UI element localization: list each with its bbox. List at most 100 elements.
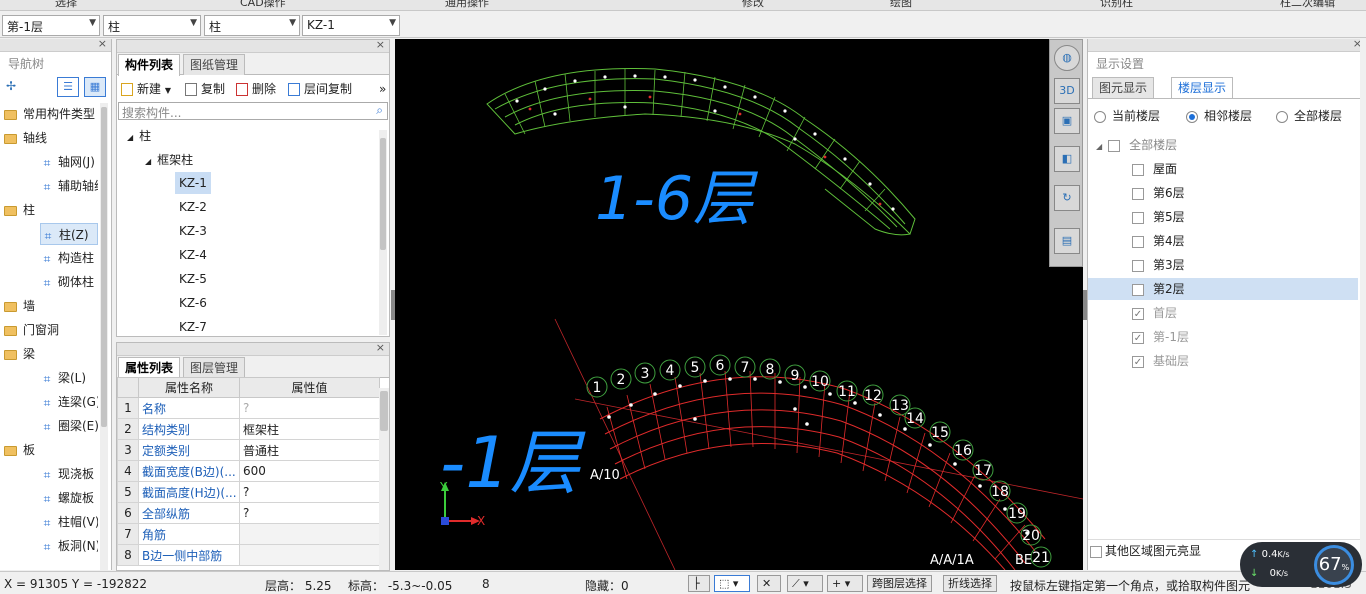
component-item[interactable]: KZ-1: [175, 172, 211, 194]
tree-group[interactable]: ◢ 框架柱: [145, 149, 193, 171]
property-row[interactable]: 4 截面宽度(B边)(... 600: [117, 460, 380, 482]
nav-item[interactable]: ⌗ 构造柱: [40, 247, 98, 269]
nav-item[interactable]: ⌗ 砌体柱: [40, 271, 98, 293]
search-icon[interactable]: ⌕: [376, 103, 383, 118]
nav-item[interactable]: ⌗ 圈梁(E): [40, 415, 98, 437]
nav-item[interactable]: ⌗ 梁(L): [40, 367, 98, 389]
layer-view-icon[interactable]: ▤: [1054, 228, 1080, 254]
property-row[interactable]: 8 B边一侧中部筋: [117, 544, 380, 566]
category-select[interactable]: 柱 ▼: [103, 15, 201, 36]
tab-layer-management[interactable]: 图层管理: [183, 357, 246, 378]
property-value[interactable]: 普通柱: [239, 439, 380, 461]
tab-component-list[interactable]: 构件列表: [118, 54, 181, 76]
ribbon-group-common[interactable]: 通用操作: [445, 0, 489, 10]
property-row[interactable]: 2 结构类别 框架柱: [117, 418, 380, 440]
list-view-icon[interactable]: ☰: [57, 77, 79, 97]
property-value[interactable]: ?: [239, 502, 380, 524]
radio-indicator[interactable]: [1276, 110, 1288, 123]
component-item[interactable]: KZ-7: [175, 316, 211, 338]
floor-scope-radio[interactable]: 当前楼层: [1094, 107, 1160, 124]
nav-scroll-thumb[interactable]: [101, 107, 107, 427]
new-button[interactable]: 新建 ▼: [121, 80, 171, 98]
checkbox[interactable]: [1132, 187, 1144, 200]
ribbon-group-modify[interactable]: 修改: [742, 0, 764, 10]
cross-icon[interactable]: ✕: [757, 575, 781, 592]
ribbon-group-edit[interactable]: 柱二次编辑: [1280, 0, 1335, 10]
checkbox[interactable]: [1132, 235, 1144, 248]
tree-root[interactable]: ◢ 柱: [127, 125, 151, 147]
nav-item[interactable]: ⌗ 连梁(G): [40, 391, 98, 413]
nav-item[interactable]: ⌗ 柱(Z): [40, 223, 98, 245]
checkbox[interactable]: [1132, 211, 1144, 224]
nav-item[interactable]: 门窗洞: [4, 319, 100, 341]
floor-scope-radio[interactable]: 全部楼层: [1276, 107, 1342, 124]
tab-element-display[interactable]: 图元显示: [1092, 77, 1155, 98]
search-input[interactable]: 搜索构件... ⌕: [118, 102, 388, 120]
floor-layer-row[interactable]: 第4层: [1088, 230, 1358, 252]
property-row[interactable]: 5 截面高度(H边)(...?: [117, 481, 380, 503]
properties-scrollbar[interactable]: [379, 388, 389, 570]
property-value[interactable]: [239, 523, 380, 545]
nav-item[interactable]: 轴线: [4, 127, 100, 149]
component-scrollbar[interactable]: [379, 130, 387, 335]
property-row[interactable]: 6 全部纵筋?: [117, 502, 380, 524]
cross-layer-select-button[interactable]: 跨图层选择: [867, 575, 932, 592]
all-floors-row[interactable]: ◢ 全部楼层: [1096, 134, 1366, 156]
layer-copy-button[interactable]: 层间复制: [288, 80, 352, 98]
nav-item[interactable]: 板: [4, 439, 100, 461]
nav-item[interactable]: 墙: [4, 295, 100, 317]
3d-view-icon[interactable]: 3D: [1054, 78, 1080, 104]
checkbox[interactable]: [1132, 283, 1144, 296]
nav-item[interactable]: ⌗ 板洞(N): [40, 535, 98, 557]
checkbox[interactable]: [1132, 163, 1144, 176]
nav-item[interactable]: ⌗ 辅助轴线: [40, 175, 98, 197]
floor-layer-row[interactable]: ✓ 首层: [1088, 302, 1358, 324]
nav-scrollbar[interactable]: [100, 103, 108, 571]
property-value[interactable]: ?: [239, 397, 380, 419]
network-speed-widget[interactable]: ↑ 0.4K/s ↓ 0K/s 67%: [1240, 542, 1362, 587]
component-item[interactable]: KZ-6: [175, 292, 211, 314]
nav-item[interactable]: ⌗ 柱帽(V): [40, 511, 98, 533]
radio-indicator[interactable]: [1186, 110, 1198, 123]
property-row[interactable]: 1 名称?: [117, 397, 380, 419]
rotate-icon[interactable]: ↻: [1054, 185, 1080, 211]
property-value[interactable]: ?: [239, 481, 380, 503]
checkbox[interactable]: [1108, 139, 1121, 152]
property-value[interactable]: [239, 544, 380, 566]
ribbon-group-recognize[interactable]: 识别柱: [1100, 0, 1133, 10]
nav-item[interactable]: ⌗ 轴网(J): [40, 151, 98, 173]
component-scroll-thumb[interactable]: [380, 138, 386, 250]
property-row[interactable]: 7 角筋: [117, 523, 380, 545]
pin-icon[interactable]: ✢: [6, 79, 16, 93]
floor-layer-row[interactable]: 第2层: [1088, 278, 1358, 300]
ribbon-group-cad[interactable]: CAD操作: [240, 0, 286, 10]
component-item[interactable]: KZ-5: [175, 268, 211, 290]
component-item[interactable]: KZ-2: [175, 196, 211, 218]
property-row[interactable]: 3 定额类别 普通柱: [117, 439, 380, 461]
delete-button[interactable]: 删除: [236, 80, 276, 98]
polyline-select-button[interactable]: 折线选择: [943, 575, 997, 592]
other-region-row[interactable]: 其他区域图元亮显: [1090, 544, 1201, 558]
nav-item[interactable]: ⌗ 现浇板: [40, 463, 98, 485]
floor-scope-radio[interactable]: 相邻楼层: [1186, 107, 1252, 124]
ribbon-group-draw[interactable]: 绘图: [890, 0, 912, 10]
nav-item[interactable]: ⌗ 螺旋板: [40, 487, 98, 509]
properties-scroll-thumb[interactable]: [380, 391, 388, 431]
component-item[interactable]: KZ-3: [175, 220, 211, 242]
type-select[interactable]: 柱 ▼: [204, 15, 300, 36]
property-value[interactable]: 600: [239, 460, 380, 482]
close-icon[interactable]: ×: [98, 37, 107, 50]
grid-view-icon[interactable]: ▦: [84, 77, 106, 97]
nav-item[interactable]: 柱: [4, 199, 100, 221]
box-view-icon[interactable]: ▣: [1054, 108, 1080, 134]
component-select[interactable]: KZ-1 ▼: [302, 15, 400, 36]
globe-icon[interactable]: ◍: [1054, 45, 1080, 71]
close-icon[interactable]: ×: [376, 38, 385, 51]
floor-layer-row[interactable]: 第5层: [1088, 206, 1358, 228]
close-icon[interactable]: ×: [376, 341, 385, 354]
radio-indicator[interactable]: [1094, 110, 1106, 123]
ortho-button[interactable]: ├: [688, 575, 710, 592]
checkbox[interactable]: [1090, 545, 1102, 558]
tab-drawing-management[interactable]: 图纸管理: [183, 54, 246, 75]
ribbon-group-select[interactable]: 选择: [55, 0, 77, 10]
